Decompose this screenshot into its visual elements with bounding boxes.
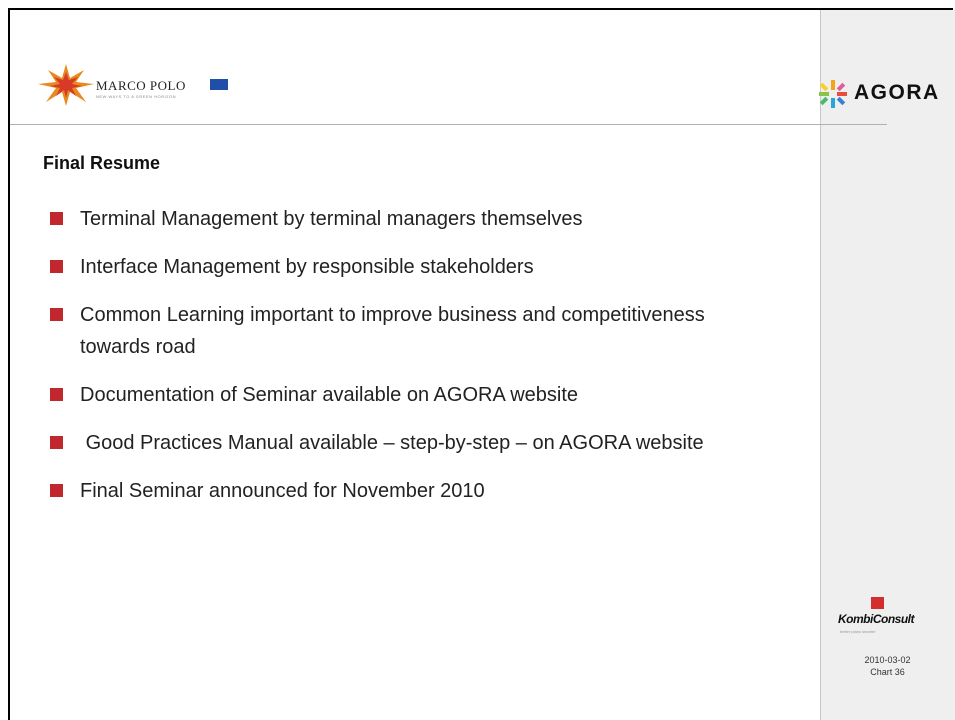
bullet-square-icon (50, 260, 63, 273)
footer-chart-number: Chart 36 (870, 667, 905, 677)
footer-date: 2010-03-02 (864, 655, 911, 665)
bullet-square-icon (50, 308, 63, 321)
eu-flag-icon (210, 79, 228, 90)
slide-title: Final Resume (43, 153, 161, 173)
bullet-text: Common Learning important to improve bus… (80, 304, 705, 358)
bullet-text: Final Seminar announced for November 201… (80, 480, 485, 502)
bullet-text: Documentation of Seminar available on AG… (80, 384, 579, 406)
bullet-text: Terminal Management by terminal managers… (80, 208, 583, 230)
bullet-square-icon (50, 484, 63, 497)
bullet-square-icon (50, 388, 63, 401)
kombiconsult-logo-subtext: better plans smarter (840, 629, 876, 634)
agora-logo-text: AGORA (854, 81, 940, 104)
bullet-square-icon (50, 212, 63, 225)
marco-polo-logo-text: MARCO POLO (96, 78, 186, 93)
bullet-list: Terminal Management by terminal managers… (48, 203, 788, 523)
bullet-square-icon (50, 436, 63, 449)
kombiconsult-box-icon (871, 597, 884, 609)
bullet-item: Common Learning important to improve bus… (48, 299, 720, 363)
bullet-item: Documentation of Seminar available on AG… (48, 379, 788, 411)
header-divider (10, 124, 887, 125)
star-burst-icon (38, 64, 94, 106)
bullet-item: Final Seminar announced for November 201… (48, 475, 788, 507)
kombiconsult-logo-text: KombiConsult (838, 612, 915, 626)
agora-star-icon (819, 80, 847, 108)
bullet-text: Good Practices Manual available – step-b… (80, 432, 704, 454)
bullet-text: Interface Management by responsible stak… (80, 256, 534, 278)
marco-polo-logo-subtext: NEW WAYS TO A GREEN HORIZON (96, 94, 177, 99)
bullet-item: Good Practices Manual available – step-b… (48, 427, 720, 459)
bullet-item: Terminal Management by terminal managers… (48, 203, 788, 235)
bullet-item: Interface Management by responsible stak… (48, 251, 788, 283)
